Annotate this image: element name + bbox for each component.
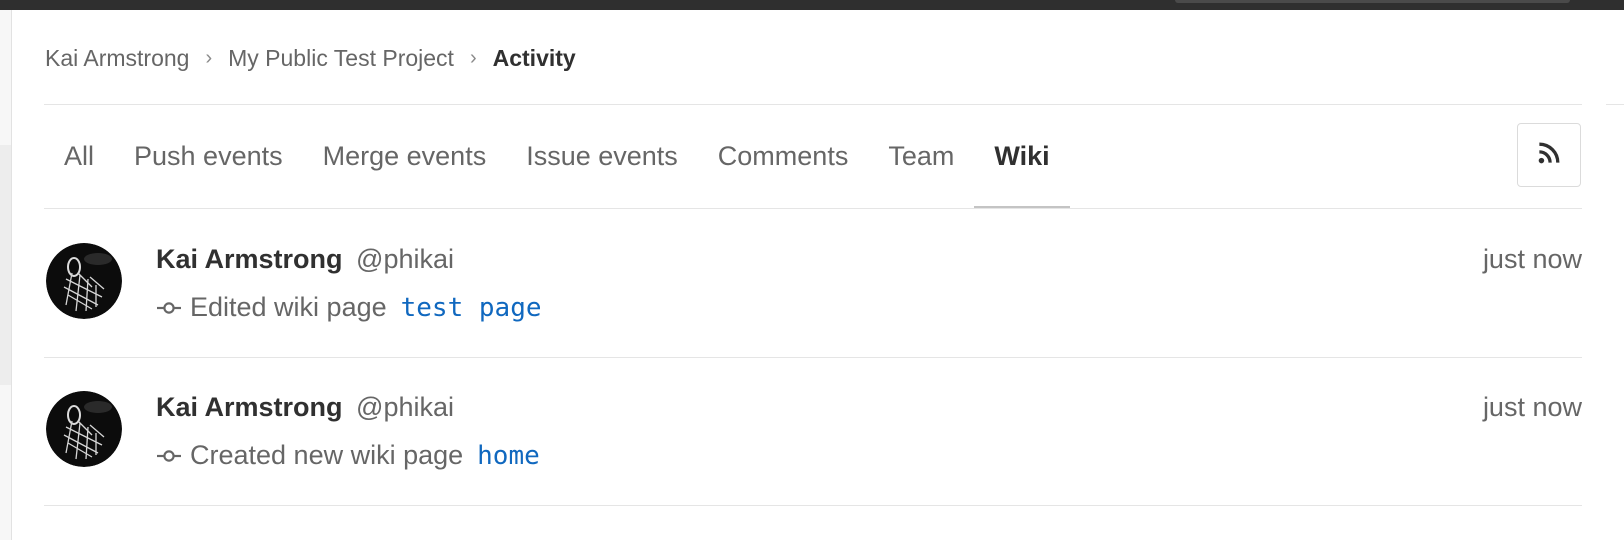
breadcrumb: Kai Armstrong › My Public Test Project ›…	[45, 40, 576, 76]
event-action: Created new wiki page	[190, 440, 464, 470]
commit-icon	[156, 443, 182, 469]
author-handle: @phikai	[356, 392, 455, 422]
event-author: Kai Armstrong @phikai	[156, 392, 454, 423]
event-description: Edited wiki page test page	[156, 292, 542, 323]
tab-all[interactable]: All	[44, 105, 114, 208]
tab-merge-events[interactable]: Merge events	[303, 105, 507, 208]
tab-team[interactable]: Team	[868, 105, 974, 208]
tab-push-events[interactable]: Push events	[114, 105, 303, 208]
breadcrumb-separator: ›	[205, 46, 213, 69]
breadcrumb-item-user[interactable]: Kai Armstrong	[45, 45, 189, 72]
event-item: Kai Armstrong @phikai just now Edited wi…	[44, 209, 1582, 358]
event-time: just now	[1482, 244, 1582, 274]
author-name[interactable]: Kai Armstrong	[156, 392, 343, 422]
breadcrumb-separator: ›	[469, 46, 477, 69]
wiki-page-link[interactable]: test page	[401, 293, 542, 323]
sidebar-active-item[interactable]	[0, 145, 11, 385]
sidebar	[0, 10, 12, 540]
tab-issue-events[interactable]: Issue events	[506, 105, 698, 208]
breadcrumb-current[interactable]: Activity	[493, 45, 576, 72]
event-item: Kai Armstrong @phikai just now Created n…	[44, 357, 1582, 506]
avatar[interactable]	[46, 391, 122, 467]
right-divider	[1606, 104, 1624, 105]
search-box-edge[interactable]	[1175, 0, 1570, 3]
event-author: Kai Armstrong @phikai	[156, 244, 454, 275]
tab-comments[interactable]: Comments	[698, 105, 869, 208]
tab-wiki[interactable]: Wiki	[974, 105, 1070, 209]
rss-feed-button[interactable]	[1517, 123, 1581, 187]
avatar[interactable]	[46, 243, 122, 319]
event-action: Edited wiki page	[190, 292, 387, 322]
event-filter-tabs: All Push events Merge events Issue event…	[44, 105, 1070, 209]
top-navbar	[0, 0, 1624, 10]
wiki-page-link[interactable]: home	[477, 441, 540, 471]
author-name[interactable]: Kai Armstrong	[156, 244, 343, 274]
event-description: Created new wiki page home	[156, 440, 540, 471]
event-time: just now	[1482, 392, 1582, 422]
rss-icon	[1538, 142, 1560, 169]
breadcrumb-item-project[interactable]: My Public Test Project	[228, 45, 454, 72]
commit-icon	[156, 295, 182, 321]
author-handle: @phikai	[356, 244, 455, 274]
